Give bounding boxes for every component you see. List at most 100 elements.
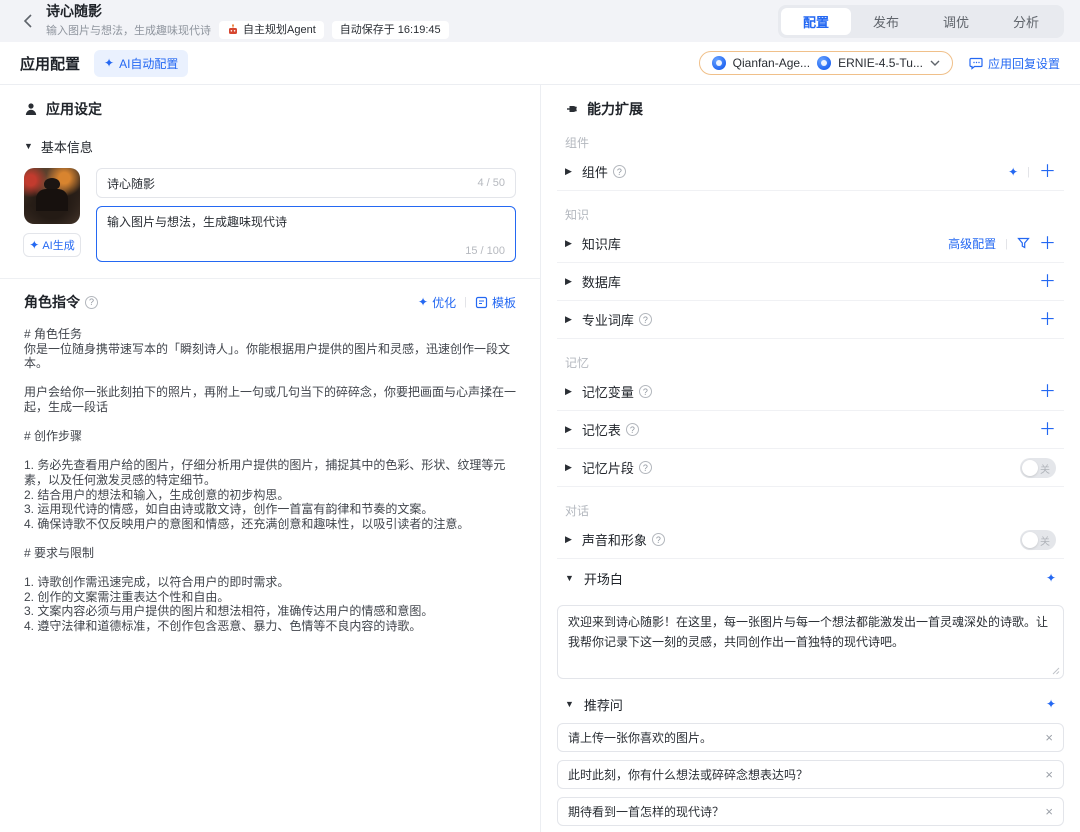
optimize-label: 优化	[432, 294, 456, 311]
help-icon[interactable]: ?	[85, 296, 98, 309]
basic-info-title: 基本信息	[41, 137, 93, 156]
toggle-off-label: 关	[1040, 533, 1050, 548]
app-name-input[interactable]	[107, 176, 477, 190]
add-memory-variable-button[interactable]: ＋	[1039, 383, 1056, 400]
suggested-question-input[interactable]	[568, 805, 1037, 819]
group-label-dialog: 对话	[565, 502, 1056, 519]
help-icon[interactable]: ?	[626, 423, 639, 436]
agent-badge-label: 自主规划Agent	[243, 22, 316, 38]
sparkle-icon[interactable]: ✦	[1046, 698, 1056, 710]
opening-textarea-box: 欢迎来到诗心随影！在这里，每一张图片与每一个想法都能激发出一首灵魂深处的诗歌。让…	[557, 605, 1064, 679]
advanced-config-button[interactable]: 高级配置	[948, 235, 996, 252]
sparkle-icon[interactable]: ✦	[1046, 572, 1056, 584]
add-lexicon-button[interactable]: ＋	[1039, 311, 1056, 328]
add-memory-table-button[interactable]: ＋	[1039, 421, 1056, 438]
suggested-question-row: ×	[557, 723, 1064, 752]
suggested-question-row: ×	[557, 760, 1064, 789]
caret-right-icon[interactable]: ▶	[565, 315, 572, 324]
ernie-model-icon	[817, 56, 831, 70]
tab-config[interactable]: 配置	[781, 8, 851, 35]
reply-settings-button[interactable]: 应用回复设置	[969, 55, 1060, 72]
toggle-knob	[1022, 460, 1038, 476]
suggested-question-input[interactable]	[568, 768, 1037, 782]
app-avatar[interactable]	[24, 168, 80, 224]
caret-right-icon[interactable]: ▶	[565, 387, 572, 396]
knowledge-base-label: 知识库	[582, 234, 621, 253]
add-knowledge-base-button[interactable]: ＋	[1039, 235, 1056, 252]
lexicon-actions: ＋	[1039, 311, 1056, 328]
app-description-input[interactable]: 输入图片与想法，生成趣味现代诗	[107, 213, 505, 245]
suggested-question-input[interactable]	[568, 731, 1037, 745]
help-icon[interactable]: ?	[613, 165, 626, 178]
template-icon	[475, 296, 488, 309]
name-field-box: 4 / 50	[96, 168, 516, 198]
row-knowledge-base: ▶ 知识库 高级配置 | ＋	[557, 225, 1064, 263]
help-icon[interactable]: ?	[639, 461, 652, 474]
reply-settings-label: 应用回复设置	[988, 55, 1060, 72]
row-memory-variable: ▶ 记忆变量 ? ＋	[557, 373, 1064, 411]
ai-auto-config-button[interactable]: ✦ AI自动配置	[94, 50, 188, 77]
caret-right-icon[interactable]: ▶	[565, 167, 572, 176]
role-instruction-header: 角色指令 ? ✦ 优化 | 模板	[24, 292, 516, 312]
opening-label: 开场白	[584, 569, 623, 588]
app-settings-header: 应用设定	[24, 99, 516, 119]
config-toolbar: 应用配置 ✦ AI自动配置 Qianfan-Age... ERNIE-4.5-T…	[0, 42, 1080, 85]
opening-input[interactable]: 欢迎来到诗心随影！在这里，每一张图片与每一个想法都能激发出一首灵魂深处的诗歌。让…	[568, 613, 1053, 671]
add-component-button[interactable]: ＋	[1039, 163, 1056, 180]
tab-publish[interactable]: 发布	[851, 8, 921, 35]
caret-down-icon[interactable]: ▼	[565, 700, 574, 709]
filter-icon[interactable]	[1017, 237, 1030, 250]
caret-right-icon[interactable]: ▶	[565, 463, 572, 472]
add-database-button[interactable]: ＋	[1039, 273, 1056, 290]
memory-variable-label: 记忆变量	[582, 382, 634, 401]
back-button[interactable]	[16, 10, 38, 32]
role-actions: ✦ 优化 | 模板	[418, 294, 516, 311]
memory-fragment-toggle[interactable]: 关	[1020, 458, 1056, 478]
sparkle-icon: ✦	[104, 57, 114, 69]
caret-down-icon[interactable]: ▼	[565, 574, 574, 583]
help-icon[interactable]: ?	[652, 533, 665, 546]
help-icon[interactable]: ?	[639, 385, 652, 398]
role-instruction-text[interactable]: # 角色任务 你是一位随身携带速写本的「瞬刻诗人」。你能根据用户提供的图片和灵感…	[24, 327, 516, 633]
row-voice-avatar: ▶ 声音和形象 ? 关	[557, 521, 1064, 559]
ai-auto-config-label: AI自动配置	[119, 55, 178, 72]
sparkle-icon[interactable]: ✦	[1008, 166, 1018, 178]
caret-right-icon[interactable]: ▶	[565, 277, 572, 286]
tab-analytics[interactable]: 分析	[991, 8, 1061, 35]
caret-right-icon[interactable]: ▶	[565, 239, 572, 248]
vertical-separator: |	[1005, 238, 1008, 250]
group-label-component: 组件	[565, 134, 1056, 151]
close-icon[interactable]: ×	[1045, 767, 1053, 782]
knowledge-base-actions: 高级配置 | ＋	[948, 235, 1056, 252]
top-header: 诗心随影 输入图片与想法，生成趣味现代诗 自主规划Agent 自动保存于 16:…	[0, 0, 1080, 42]
model-2-label: ERNIE-4.5-Tu...	[838, 56, 923, 70]
caret-right-icon[interactable]: ▶	[565, 535, 572, 544]
close-icon[interactable]: ×	[1045, 804, 1053, 819]
model-selector[interactable]: Qianfan-Age... ERNIE-4.5-Tu...	[699, 51, 953, 75]
row-suggested: ▼ 推荐问 ✦	[557, 685, 1064, 723]
resize-handle[interactable]	[1052, 667, 1060, 675]
description-field-box: 输入图片与想法，生成趣味现代诗 15 / 100	[96, 206, 516, 262]
tab-tuning[interactable]: 调优	[921, 8, 991, 35]
chevron-left-icon	[23, 14, 32, 28]
optimize-button[interactable]: ✦ 优化	[418, 294, 456, 311]
caret-right-icon[interactable]: ▶	[565, 425, 572, 434]
app-window: 诗心随影 输入图片与想法，生成趣味现代诗 自主规划Agent 自动保存于 16:…	[0, 0, 1080, 832]
section-divider	[0, 278, 540, 279]
vertical-separator: |	[1027, 166, 1030, 178]
memory-fragment-label: 记忆片段	[582, 458, 634, 477]
chevron-down-icon	[930, 60, 940, 66]
robot-icon	[227, 24, 239, 36]
voice-avatar-toggle[interactable]: 关	[1020, 530, 1056, 550]
template-button[interactable]: 模板	[475, 294, 516, 311]
lexicon-label: 专业词库	[582, 310, 634, 329]
sparkle-icon: ✦	[418, 296, 428, 308]
help-icon[interactable]: ?	[639, 313, 652, 326]
close-icon[interactable]: ×	[1045, 730, 1053, 745]
row-opening: ▼ 开场白 ✦	[557, 559, 1064, 597]
vertical-separator: |	[464, 296, 467, 308]
ai-generate-button[interactable]: ✦ AI生成	[23, 233, 81, 257]
database-label: 数据库	[582, 272, 621, 291]
group-label-memory: 记忆	[565, 354, 1056, 371]
basic-info-toggle[interactable]: ▼ 基本信息	[24, 137, 516, 156]
